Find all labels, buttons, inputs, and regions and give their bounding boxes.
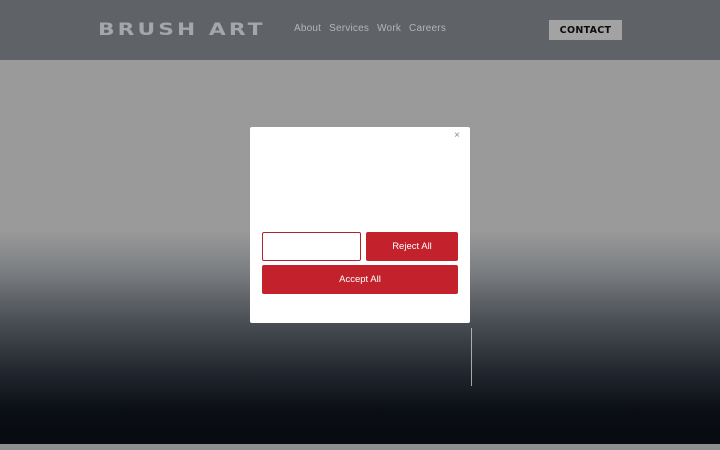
accept-all-button[interactable]: Accept All [262,265,458,294]
reject-all-button[interactable]: Reject All [366,232,458,261]
nav-link-work[interactable]: Work [377,23,401,34]
cookie-settings-button[interactable] [262,232,361,261]
contact-button[interactable]: CONTACT [549,20,622,40]
nav-link-about[interactable]: About [294,23,321,34]
main-nav: About Services Work Careers [294,23,446,34]
cookie-consent-modal: × Reject All Accept All [250,127,470,323]
brand-logo[interactable]: BRUSH ART [98,20,266,40]
nav-link-careers[interactable]: Careers [409,23,446,34]
hero-divider-line [471,328,472,386]
site-header: BRUSH ART About Services Work Careers CO… [0,0,720,60]
nav-link-services[interactable]: Services [329,23,369,34]
close-icon[interactable]: × [451,130,463,142]
bottom-strip [0,444,720,450]
